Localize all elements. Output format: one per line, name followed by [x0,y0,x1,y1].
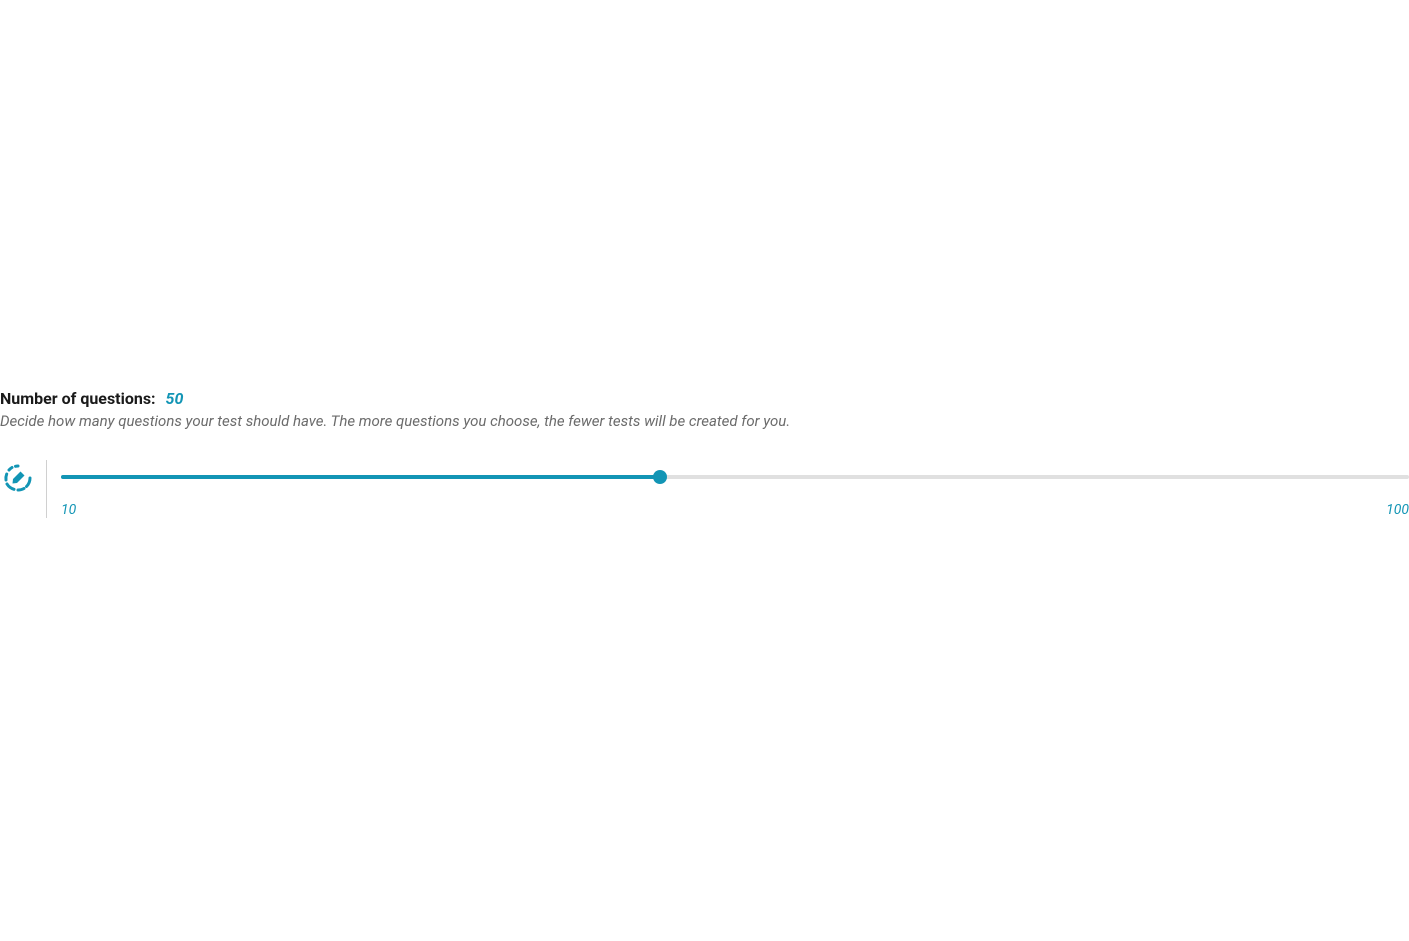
slider-thumb[interactable] [653,470,667,484]
questions-slider[interactable] [61,470,1409,484]
slider-wrapper: 10 100 [61,460,1409,518]
edit-circle-icon [0,460,36,496]
description-text: Decide how many questions your test shou… [0,412,1409,430]
vertical-divider [46,460,47,518]
slider-section: 10 100 [0,460,1409,518]
slider-max-label: 100 [1386,502,1409,518]
questions-label: Number of questions: [0,389,156,408]
icon-container [0,460,36,496]
heading-row: Number of questions: 50 [0,389,1409,408]
slider-labels: 10 100 [61,502,1409,518]
questions-value: 50 [166,389,184,408]
slider-min-label: 10 [61,502,76,518]
slider-track-fill [61,475,660,479]
